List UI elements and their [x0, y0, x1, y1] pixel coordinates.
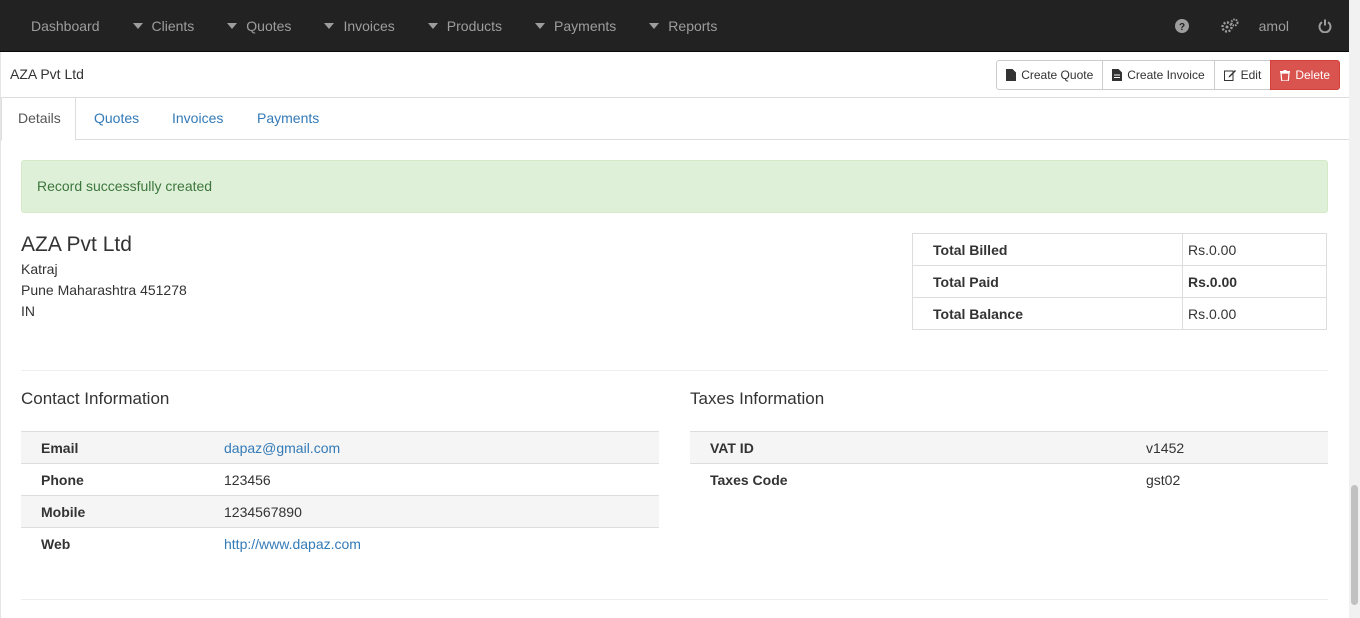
nav-quotes-label: Quotes	[246, 17, 292, 34]
alert-message: Record successfully created	[37, 178, 213, 194]
delete-label: Delete	[1295, 68, 1330, 82]
nav-reports-label: Reports	[668, 17, 718, 34]
vat-id-value: v1452	[1146, 439, 1185, 456]
content-left-border	[0, 140, 1, 618]
trash-icon	[1280, 69, 1291, 81]
create-quote-button[interactable]: Create Quote	[996, 60, 1104, 90]
top-navbar: Dashboard Clients Quotes Invoices Produc…	[0, 0, 1349, 52]
taxes-info-title: Taxes Information	[690, 389, 825, 408]
totals-row: Total Billed Rs.0.00	[912, 233, 1327, 266]
totals-row: Total Paid Rs.0.00	[912, 265, 1327, 298]
table-row: Phone 123456	[21, 463, 659, 496]
taxes-code-value: gst02	[1146, 471, 1181, 488]
vat-id-label: VAT ID	[710, 439, 754, 456]
contact-info-table: Email dapaz@gmail.com Phone 123456 Mobil…	[21, 431, 659, 560]
scrollbar-thumb[interactable]	[1351, 485, 1358, 605]
table-row: Mobile 1234567890	[21, 495, 659, 528]
svg-text:?: ?	[1179, 22, 1185, 33]
web-link[interactable]: http://www.dapaz.com	[204, 528, 659, 560]
nav-products[interactable]: Products	[427, 0, 503, 51]
user-menu[interactable]: amol	[1259, 18, 1289, 34]
contact-info-title: Contact Information	[21, 389, 170, 408]
power-off-icon[interactable]	[1318, 0, 1332, 51]
delete-button[interactable]: Delete	[1270, 60, 1340, 90]
tab-invoices[interactable]: Invoices	[156, 98, 239, 140]
nav-payments-label: Payments	[554, 17, 617, 34]
vertical-scrollbar[interactable]	[1349, 0, 1360, 618]
taxes-code-label: Taxes Code	[710, 471, 788, 488]
mobile-label: Mobile	[41, 503, 86, 520]
web-label: Web	[41, 535, 71, 552]
tab-bar: Details Quotes Invoices Payments	[0, 98, 1349, 141]
nav-dashboard[interactable]: Dashboard	[31, 0, 100, 51]
taxes-info-table: VAT ID v1452 Taxes Code gst02	[690, 431, 1328, 496]
email-link[interactable]: dapaz@gmail.com	[204, 432, 659, 464]
edit-label: Edit	[1240, 68, 1262, 82]
divider	[21, 599, 1328, 600]
nav-invoices[interactable]: Invoices	[324, 0, 395, 51]
edit-button[interactable]: Edit	[1213, 60, 1272, 90]
nav-payments[interactable]: Payments	[535, 0, 616, 51]
create-invoice-label: Create Invoice	[1127, 68, 1205, 82]
caret-down-icon	[535, 22, 546, 29]
total-balance-label: Total Balance	[912, 297, 1183, 330]
table-row: Email dapaz@gmail.com	[21, 431, 659, 464]
action-button-group: Create Quote Create Invoice Edit Delete	[996, 60, 1340, 90]
nav-products-label: Products	[446, 17, 503, 34]
client-name: AZA Pvt Ltd	[21, 233, 132, 256]
table-row: Taxes Code gst02	[690, 463, 1328, 496]
total-paid-label: Total Paid	[912, 265, 1183, 298]
success-alert: Record successfully created	[21, 160, 1328, 213]
file-icon	[1006, 69, 1017, 81]
edit-icon	[1223, 70, 1236, 81]
cogs-icon[interactable]	[1220, 0, 1239, 51]
tab-payments[interactable]: Payments	[241, 98, 335, 140]
caret-down-icon	[649, 22, 660, 29]
totals-row: Total Balance Rs.0.00	[912, 297, 1327, 330]
table-row: VAT ID v1452	[690, 431, 1328, 464]
page-title: AZA Pvt Ltd	[10, 66, 84, 82]
question-circle-icon[interactable]: ?	[1174, 0, 1189, 51]
headerbar: AZA Pvt Ltd Create Quote Create Invoice …	[0, 52, 1349, 98]
client-address-line: Katraj	[21, 261, 58, 277]
nav-clients[interactable]: Clients	[132, 0, 195, 51]
tab-details[interactable]: Details	[1, 98, 76, 141]
total-balance-value: Rs.0.00	[1182, 297, 1327, 330]
caret-down-icon	[227, 22, 238, 29]
nav-clients-label: Clients	[151, 17, 195, 34]
caret-down-icon	[427, 22, 438, 29]
caret-down-icon	[132, 22, 143, 29]
email-label: Email	[41, 439, 79, 456]
total-paid-value: Rs.0.00	[1182, 265, 1327, 298]
tab-quotes[interactable]: Quotes	[78, 98, 155, 140]
nav-invoices-label: Invoices	[343, 17, 395, 34]
phone-value: 123456	[224, 471, 271, 488]
caret-down-icon	[324, 22, 335, 29]
create-quote-label: Create Quote	[1021, 68, 1094, 82]
client-city-state-zip: Pune Maharashtra 451278	[21, 282, 187, 298]
divider	[21, 370, 1328, 371]
file-text-icon	[1112, 69, 1123, 81]
nav-reports[interactable]: Reports	[649, 0, 717, 51]
totals-table: Total Billed Rs.0.00 Total Paid Rs.0.00 …	[912, 233, 1327, 330]
phone-label: Phone	[41, 471, 84, 488]
mobile-value: 1234567890	[224, 503, 302, 520]
client-country: IN	[21, 303, 35, 319]
total-billed-value: Rs.0.00	[1182, 233, 1327, 266]
create-invoice-button[interactable]: Create Invoice	[1102, 60, 1215, 90]
nav-quotes[interactable]: Quotes	[227, 0, 291, 51]
table-row: Web http://www.dapaz.com	[21, 527, 659, 560]
total-billed-label: Total Billed	[912, 233, 1183, 266]
